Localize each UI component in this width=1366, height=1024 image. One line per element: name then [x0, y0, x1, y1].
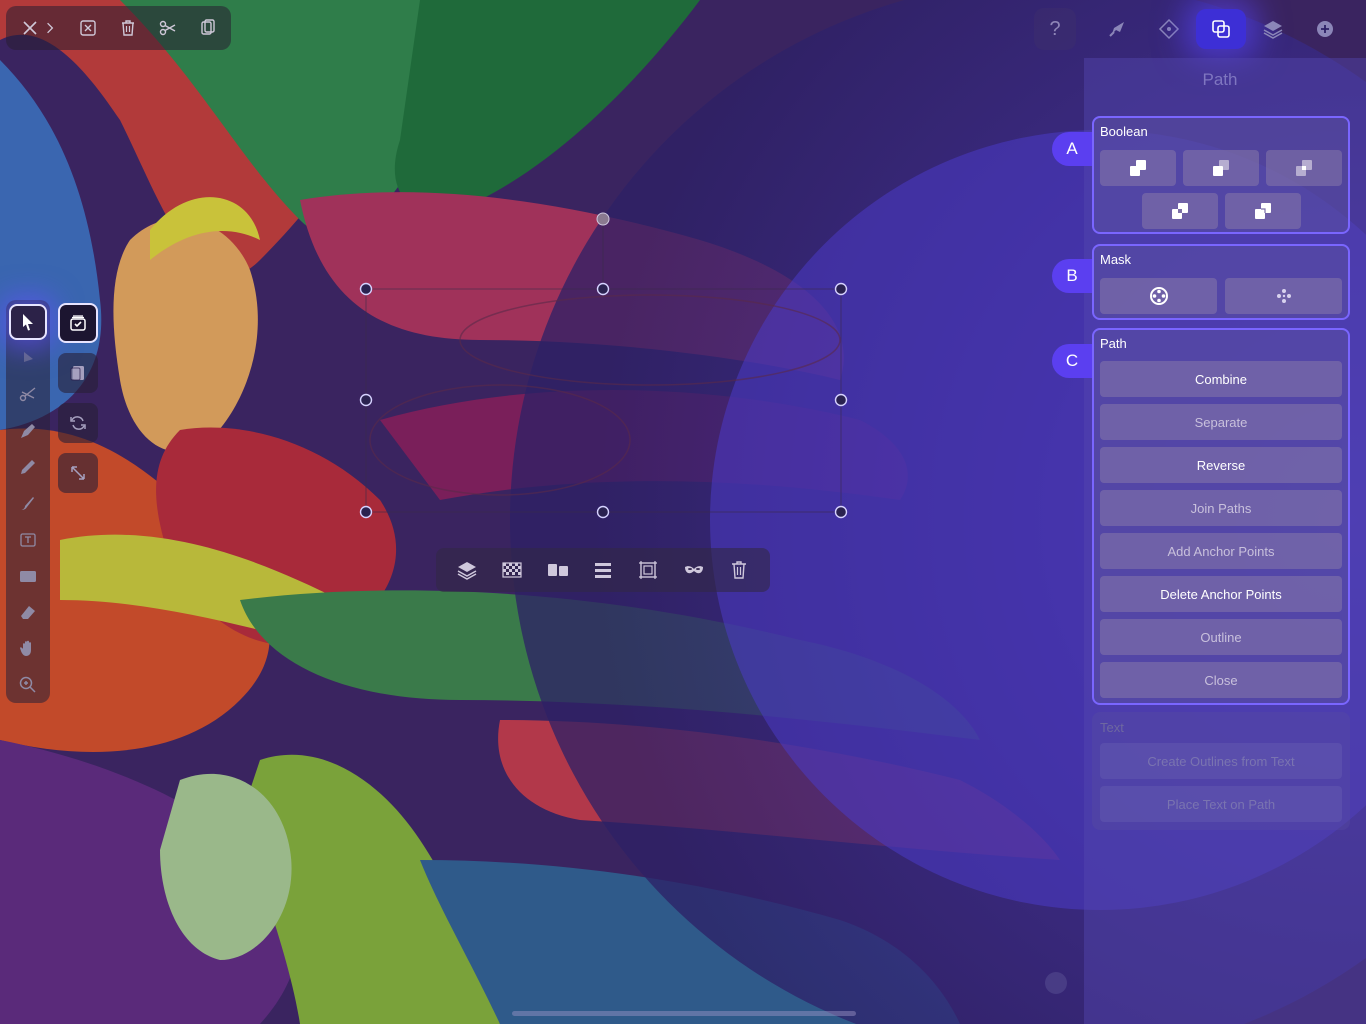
boolean-section: Boolean — [1092, 116, 1350, 234]
subtract-icon — [1213, 160, 1229, 176]
help-button[interactable]: ? — [1034, 8, 1076, 50]
intersect-button[interactable] — [1266, 150, 1342, 186]
callout-badge-c: C — [1052, 344, 1092, 378]
add-tab-icon[interactable] — [1300, 9, 1350, 49]
delete-anchor-points-button[interactable]: Delete Anchor Points — [1100, 576, 1342, 612]
divide-icon — [1255, 203, 1271, 219]
mask-icon — [1149, 287, 1168, 305]
select-all-icon[interactable] — [58, 303, 98, 343]
scissors-tool-icon[interactable] — [9, 377, 47, 413]
place-text-on-path-button[interactable]: Place Text on Path — [1100, 786, 1342, 822]
path-tab-icon[interactable] — [1196, 9, 1246, 49]
deselect-icon[interactable] — [70, 10, 106, 46]
callout-badge-a: A — [1052, 132, 1092, 166]
exclude-button[interactable] — [1142, 193, 1218, 229]
inspector-tabs — [1092, 8, 1354, 50]
layers-tab-icon[interactable] — [1248, 9, 1298, 49]
zoom-tool-icon[interactable] — [9, 667, 47, 703]
arrange-layers-icon[interactable] — [449, 552, 485, 588]
context-toolbar — [436, 548, 770, 592]
distribute-icon[interactable] — [585, 552, 621, 588]
mask-label: Mask — [1100, 252, 1132, 267]
mask-section: Mask — [1092, 244, 1350, 320]
help-label: ? — [1049, 17, 1061, 40]
crop-frame-icon[interactable] — [630, 552, 666, 588]
scroll-indicator — [1045, 972, 1067, 994]
mask-shape-icon[interactable] — [676, 552, 712, 588]
selection-options — [58, 303, 100, 493]
rotate-icon[interactable] — [58, 403, 98, 443]
eraser-tool-icon[interactable] — [9, 594, 47, 630]
chevron-right-icon[interactable] — [42, 10, 58, 46]
brush-tool-icon[interactable] — [9, 485, 47, 521]
combine-button[interactable]: Combine — [1100, 361, 1342, 397]
create-outlines-button[interactable]: Create Outlines from Text — [1100, 743, 1342, 779]
text-tool-icon[interactable] — [9, 522, 47, 558]
union-icon — [1130, 160, 1146, 176]
tool-palette — [6, 300, 50, 703]
text-section: Text Create Outlines from Text Place Tex… — [1092, 712, 1350, 830]
reverse-button[interactable]: Reverse — [1100, 447, 1342, 483]
duplicate-icon[interactable] — [58, 353, 98, 393]
top-left-toolbar — [6, 6, 231, 50]
unmask-icon — [1276, 289, 1291, 303]
style-tab-icon[interactable] — [1092, 9, 1142, 49]
join-paths-button[interactable]: Join Paths — [1100, 490, 1342, 526]
divide-button[interactable] — [1225, 193, 1301, 229]
close-path-button[interactable]: Close — [1100, 662, 1342, 698]
add-anchor-points-button[interactable]: Add Anchor Points — [1100, 533, 1342, 569]
boolean-label: Boolean — [1100, 124, 1148, 139]
callout-badge-b: B — [1052, 259, 1092, 293]
arrange-tab-icon[interactable] — [1144, 9, 1194, 49]
path-section: Path Combine Separate Reverse Join Paths… — [1092, 328, 1350, 705]
mask-button[interactable] — [1100, 278, 1217, 314]
transparency-icon[interactable] — [494, 552, 530, 588]
unmask-button[interactable] — [1225, 278, 1342, 314]
hand-tool-icon[interactable] — [9, 630, 47, 666]
text-label: Text — [1100, 720, 1124, 735]
align-icon[interactable] — [540, 552, 576, 588]
direct-select-tool-icon[interactable] — [9, 340, 47, 376]
separate-button[interactable]: Separate — [1100, 404, 1342, 440]
scissors-icon[interactable] — [150, 10, 186, 46]
selection-tool-icon[interactable] — [9, 304, 47, 340]
delete-icon[interactable] — [721, 552, 757, 588]
intersect-icon — [1296, 160, 1312, 176]
home-indicator[interactable] — [512, 1011, 856, 1016]
shape-tool-icon[interactable] — [9, 558, 47, 594]
trash-icon[interactable] — [110, 10, 146, 46]
scale-icon[interactable] — [58, 453, 98, 493]
outline-button[interactable]: Outline — [1100, 619, 1342, 655]
union-button[interactable] — [1100, 150, 1176, 186]
exclude-icon — [1172, 203, 1188, 219]
paste-icon[interactable] — [190, 10, 226, 46]
pencil-tool-icon[interactable] — [9, 449, 47, 485]
path-label: Path — [1100, 336, 1127, 351]
panel-title: Path — [1202, 70, 1238, 89]
subtract-button[interactable] — [1183, 150, 1259, 186]
pen-tool-icon[interactable] — [9, 413, 47, 449]
